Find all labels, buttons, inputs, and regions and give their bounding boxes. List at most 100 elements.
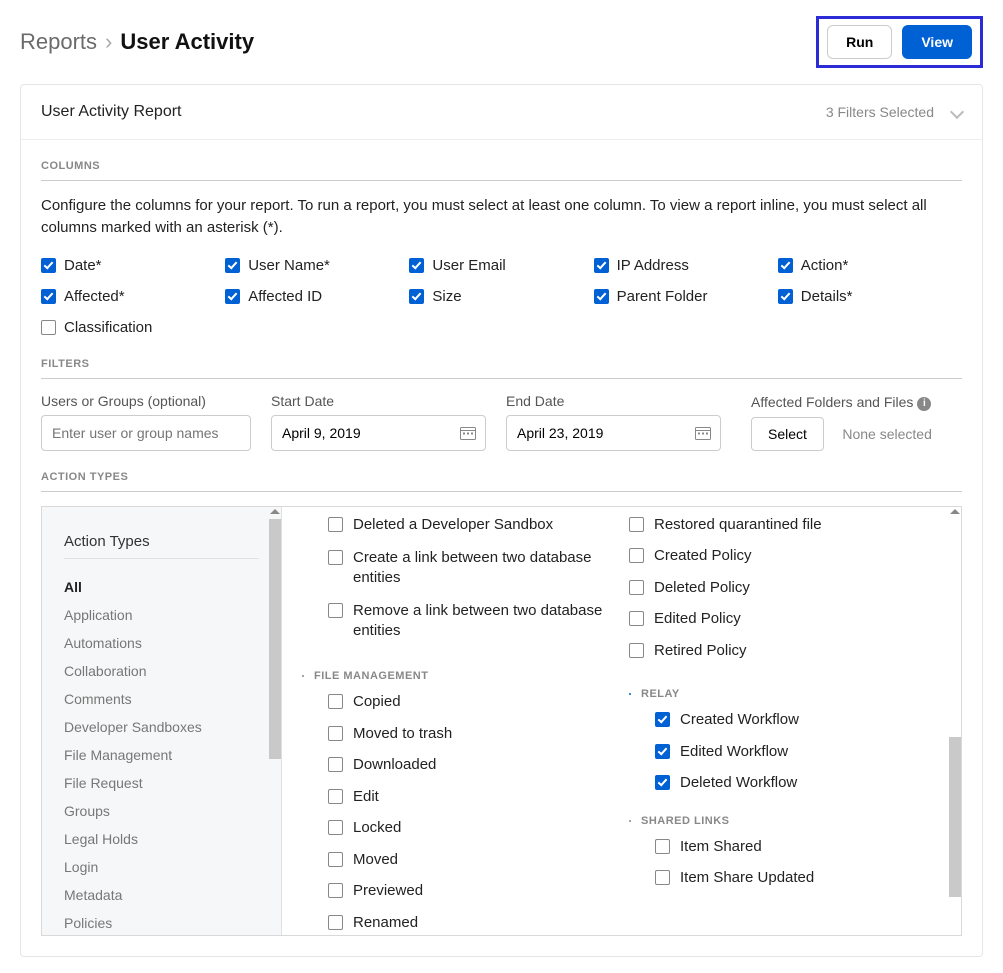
sidebar-item-metadata[interactable]: Metadata (64, 881, 259, 909)
calendar-icon[interactable] (460, 426, 476, 440)
sidebar-item-file-management[interactable]: File Management (64, 741, 259, 769)
action-type-checkbox[interactable] (328, 726, 343, 741)
group-checkbox-relay[interactable] (629, 693, 631, 695)
column-checkbox[interactable] (409, 258, 424, 273)
breadcrumb-root[interactable]: Reports (20, 29, 97, 55)
run-button[interactable]: Run (827, 25, 892, 59)
column-option[interactable]: Affected ID (225, 288, 409, 305)
action-type-checkbox[interactable] (328, 550, 343, 565)
sidebar-item-all[interactable]: All (64, 573, 259, 601)
action-type-checkbox[interactable] (328, 603, 343, 618)
column-checkbox[interactable] (41, 320, 56, 335)
sidebar-item-comments[interactable]: Comments (64, 685, 259, 713)
view-button[interactable]: View (902, 25, 972, 59)
action-type-checkbox[interactable] (629, 643, 644, 658)
column-option[interactable]: Classification (41, 319, 225, 336)
main-scrollbar[interactable] (949, 507, 961, 935)
action-type-checkbox[interactable] (629, 548, 644, 563)
column-checkbox[interactable] (41, 289, 56, 304)
action-type-item[interactable]: Remove a link between two database entit… (328, 601, 624, 640)
action-type-checkbox[interactable] (328, 852, 343, 867)
column-checkbox[interactable] (409, 289, 424, 304)
action-type-item[interactable]: Item Shared (655, 837, 951, 857)
column-label: Affected ID (248, 288, 322, 305)
sidebar-item-developer-sandboxes[interactable]: Developer Sandboxes (64, 713, 259, 741)
sidebar-item-collaboration[interactable]: Collaboration (64, 657, 259, 685)
action-type-item[interactable]: Locked (328, 818, 624, 838)
column-option[interactable]: Date* (41, 257, 225, 274)
action-type-item[interactable]: Restored quarantined file (629, 515, 951, 535)
action-type-item[interactable]: Edited Policy (629, 609, 951, 629)
users-input[interactable] (41, 415, 251, 451)
sidebar-item-policies[interactable]: Policies (64, 909, 259, 935)
sidebar-item-groups[interactable]: Groups (64, 797, 259, 825)
column-option[interactable]: User Name* (225, 257, 409, 274)
column-option[interactable]: Affected* (41, 288, 225, 305)
group-checkbox-shared-links[interactable] (629, 820, 631, 822)
action-type-checkbox[interactable] (328, 517, 343, 532)
action-type-checkbox[interactable] (655, 744, 670, 759)
action-type-item[interactable]: Deleted Workflow (655, 773, 951, 793)
action-type-checkbox[interactable] (328, 915, 343, 930)
action-type-item[interactable]: Copied (328, 692, 624, 712)
action-type-checkbox[interactable] (655, 839, 670, 854)
column-option[interactable]: User Email (409, 257, 593, 274)
action-type-item[interactable]: Item Share Updated (655, 868, 951, 888)
action-type-checkbox[interactable] (328, 883, 343, 898)
column-option[interactable]: IP Address (594, 257, 778, 274)
column-option[interactable]: Details* (778, 288, 962, 305)
calendar-icon[interactable] (695, 426, 711, 440)
action-type-item[interactable]: Moved (328, 850, 624, 870)
action-type-label: Copied (353, 692, 401, 712)
action-type-item[interactable]: Deleted Policy (629, 578, 951, 598)
column-checkbox[interactable] (778, 289, 793, 304)
column-checkbox[interactable] (778, 258, 793, 273)
action-type-item[interactable]: Created Workflow (655, 710, 951, 730)
column-option[interactable]: Parent Folder (594, 288, 778, 305)
sidebar-item-legal-holds[interactable]: Legal Holds (64, 825, 259, 853)
column-label: Classification (64, 319, 152, 336)
action-type-item[interactable]: Moved to trash (328, 724, 624, 744)
action-type-checkbox[interactable] (655, 870, 670, 885)
select-folders-button[interactable]: Select (751, 417, 824, 451)
column-option[interactable]: Size (409, 288, 593, 305)
column-checkbox[interactable] (225, 258, 240, 273)
action-type-checkbox[interactable] (655, 775, 670, 790)
action-type-item[interactable]: Downloaded (328, 755, 624, 775)
action-type-checkbox[interactable] (328, 757, 343, 772)
sidebar-item-application[interactable]: Application (64, 601, 259, 629)
action-type-item[interactable]: Retired Policy (629, 641, 951, 661)
group-checkbox-file-management[interactable] (302, 675, 304, 677)
action-type-item[interactable]: Deleted a Developer Sandbox (328, 515, 624, 535)
action-type-checkbox[interactable] (629, 517, 644, 532)
action-type-item[interactable]: Renamed (328, 913, 624, 933)
sidebar-item-login[interactable]: Login (64, 853, 259, 881)
column-option[interactable]: Action* (778, 257, 962, 274)
action-type-checkbox[interactable] (655, 712, 670, 727)
chevron-down-icon[interactable] (950, 105, 964, 119)
action-type-checkbox[interactable] (328, 820, 343, 835)
end-date-label: End Date (506, 393, 721, 409)
sidebar-scrollbar[interactable] (269, 507, 281, 935)
report-title: User Activity Report (41, 103, 181, 121)
action-type-item[interactable]: Created Policy (629, 546, 951, 566)
action-type-item[interactable]: Previewed (328, 881, 624, 901)
end-date-input[interactable] (506, 415, 721, 451)
sidebar-item-automations[interactable]: Automations (64, 629, 259, 657)
column-checkbox[interactable] (594, 258, 609, 273)
column-checkbox[interactable] (594, 289, 609, 304)
action-type-checkbox[interactable] (328, 694, 343, 709)
action-type-checkbox[interactable] (328, 789, 343, 804)
action-type-item[interactable]: Create a link between two database entit… (328, 548, 624, 587)
action-type-item[interactable]: Edited Workflow (655, 742, 951, 762)
start-date-input[interactable] (271, 415, 486, 451)
sidebar-item-file-request[interactable]: File Request (64, 769, 259, 797)
folders-none-selected: None selected (842, 426, 932, 442)
column-checkbox[interactable] (225, 289, 240, 304)
column-label: Action* (801, 257, 849, 274)
column-checkbox[interactable] (41, 258, 56, 273)
action-type-checkbox[interactable] (629, 611, 644, 626)
action-type-item[interactable]: Edit (328, 787, 624, 807)
info-icon[interactable]: i (917, 397, 931, 411)
action-type-checkbox[interactable] (629, 580, 644, 595)
